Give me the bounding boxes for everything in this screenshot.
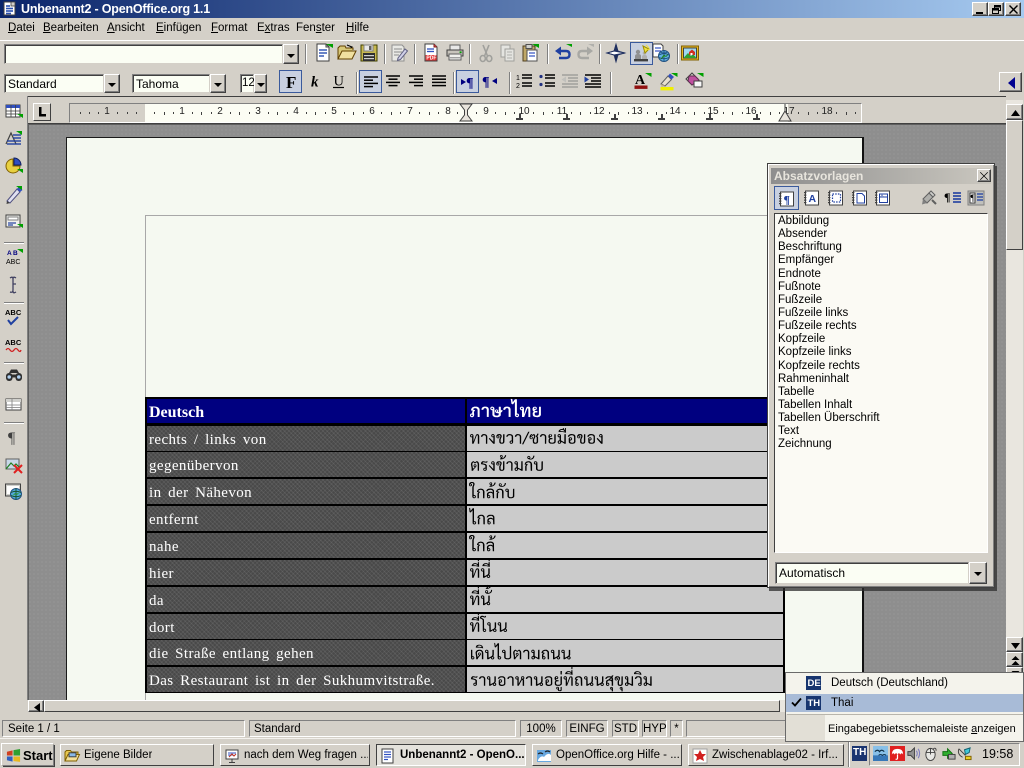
svg-text:¶: ¶ bbox=[466, 76, 474, 91]
svg-text:k: k bbox=[311, 75, 319, 91]
svg-text:B: B bbox=[13, 250, 18, 257]
svg-text:ABC: ABC bbox=[6, 259, 20, 266]
svg-text:¶: ¶ bbox=[944, 190, 950, 204]
svg-text:A: A bbox=[881, 193, 884, 198]
svg-text:ABC: ABC bbox=[5, 308, 22, 317]
svg-text:ABC: ABC bbox=[5, 338, 22, 347]
svg-text:PDF: PDF bbox=[426, 56, 436, 62]
svg-text:¶: ¶ bbox=[482, 75, 490, 90]
svg-text:¶: ¶ bbox=[8, 430, 16, 447]
svg-text:A: A bbox=[7, 250, 12, 257]
svg-text:F: F bbox=[286, 73, 296, 92]
svg-text:¶: ¶ bbox=[784, 193, 790, 207]
svg-text:¶: ¶ bbox=[971, 193, 975, 203]
svg-text:A: A bbox=[809, 193, 817, 205]
svg-text:2: 2 bbox=[516, 83, 520, 90]
svg-text:1: 1 bbox=[516, 75, 520, 82]
